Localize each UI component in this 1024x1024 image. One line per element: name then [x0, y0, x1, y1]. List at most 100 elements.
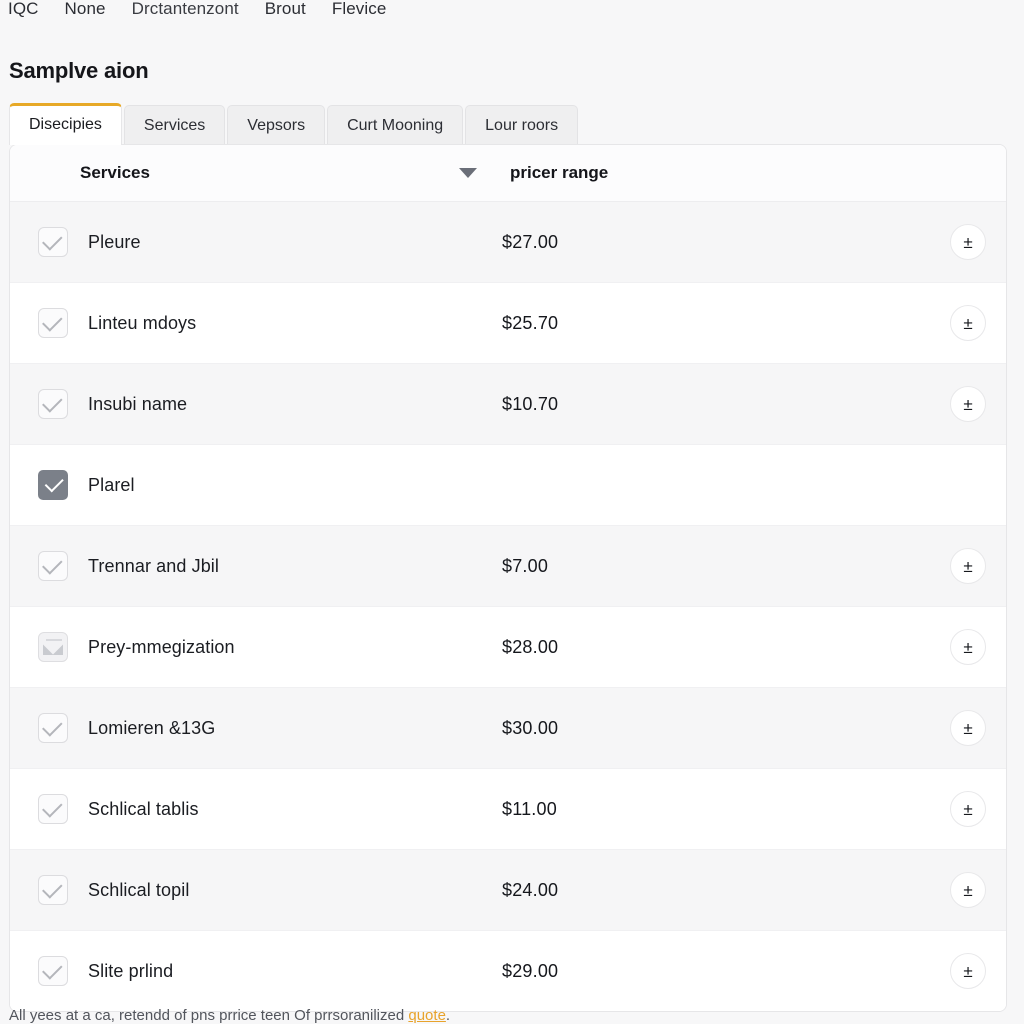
row-name-cell: Schlical topil	[10, 875, 502, 905]
row-checkbox[interactable]	[38, 551, 68, 581]
row-action-cell: ±	[922, 872, 1006, 908]
footer-quote-link[interactable]: quote	[408, 1007, 446, 1024]
row-price-cell: $29.00	[502, 960, 559, 981]
plus-minus-icon-button[interactable]: ±	[950, 548, 986, 584]
plus-minus-icon-button[interactable]: ±	[950, 872, 986, 908]
check-icon	[42, 310, 63, 332]
column-header-price-label: pricer range	[510, 163, 609, 182]
plus-minus-icon-button[interactable]: ±	[950, 224, 986, 260]
services-table-card: Services pricer range Pleure $27.00 ± Linte…	[9, 144, 1007, 1012]
table-row[interactable]: Plarel ±	[10, 445, 1006, 526]
row-checkbox[interactable]	[38, 794, 68, 824]
row-name-cell: Linteu mdoys	[10, 308, 502, 338]
check-icon	[42, 553, 63, 575]
topnav-item-2[interactable]: Drctantenzont	[132, 0, 239, 24]
tab-bar: Disecipies Services Vepsors Curt Mooning…	[9, 103, 579, 145]
row-checkbox[interactable]	[38, 227, 68, 257]
row-name-cell: Prey-mmegization	[10, 632, 502, 662]
row-name-cell: Plarel	[10, 470, 502, 500]
row-checkbox[interactable]	[38, 308, 68, 338]
row-price-cell: $27.00	[502, 231, 559, 252]
row-checkbox[interactable]	[38, 875, 68, 905]
footer-text-after: .	[445, 1007, 451, 1024]
table-row[interactable]: Schlical tablis $11.00 ±	[10, 769, 1006, 850]
table-row[interactable]: Schlical topil $24.00 ±	[10, 850, 1006, 931]
row-name-cell: Insubi name	[10, 389, 502, 419]
check-icon	[42, 391, 63, 413]
row-action-cell: ±	[922, 386, 1006, 422]
plus-minus-icon-button[interactable]: ±	[950, 710, 986, 746]
check-icon	[42, 229, 63, 251]
row-name-label: Insubi name	[88, 393, 188, 414]
row-name-label: Plarel	[88, 474, 135, 495]
row-name-cell: Slite prlind	[10, 956, 502, 986]
row-checkbox-envelope[interactable]	[38, 632, 68, 662]
plus-minus-icon-button[interactable]: ±	[950, 953, 986, 989]
tab-vepsors[interactable]: Vepsors	[227, 105, 326, 144]
row-name-label: Schlical topil	[88, 879, 190, 900]
row-action-cell: ±	[922, 548, 1006, 584]
table-row[interactable]: Linteu mdoys $25.70 ±	[10, 283, 1006, 364]
row-name-label: Slite prlind	[88, 960, 174, 981]
plus-minus-icon-button[interactable]: ±	[950, 629, 986, 665]
table-row[interactable]: Lomieren &13G $30.00 ±	[10, 688, 1006, 769]
topnav-item-4[interactable]: Flevice	[332, 0, 387, 24]
check-icon	[44, 473, 64, 493]
row-name-label: Trennar and Jbil	[88, 555, 220, 576]
row-action-cell: ±	[922, 467, 1006, 503]
footer-note: All yees at a ca, retendd of pns prrice …	[9, 1007, 450, 1024]
plus-minus-icon-button[interactable]: ±	[950, 791, 986, 827]
table-row[interactable]: Insubi name $10.70 ±	[10, 364, 1006, 445]
row-checkbox-selected[interactable]	[38, 470, 68, 500]
table-row[interactable]: Pleure $27.00 ±	[10, 202, 1006, 283]
plus-minus-icon-button[interactable]: ±	[950, 386, 986, 422]
topnav-item-1[interactable]: None	[65, 0, 106, 24]
table-row[interactable]: Slite prlind $29.00 ±	[10, 931, 1006, 1011]
row-action-cell: ±	[922, 629, 1006, 665]
row-checkbox[interactable]	[38, 956, 68, 986]
row-price-cell: $10.70	[502, 393, 559, 414]
topnav-item-3[interactable]: Brout	[265, 0, 306, 24]
check-icon	[42, 877, 63, 899]
row-checkbox[interactable]	[38, 389, 68, 419]
row-name-label: Linteu mdoys	[88, 312, 197, 333]
check-icon	[42, 958, 63, 980]
chevron-down-icon	[459, 168, 477, 178]
column-header-services[interactable]: Services	[10, 163, 434, 183]
page-title: Samplve aion	[9, 58, 149, 83]
row-name-label: Prey-mmegization	[88, 636, 235, 657]
row-name-label: Lomieren &13G	[88, 717, 216, 738]
table-row[interactable]: Trennar and Jbil $7.00 ±	[10, 526, 1006, 607]
tab-disecipies[interactable]: Disecipies	[9, 103, 122, 145]
row-price-cell: $25.70	[502, 312, 559, 333]
check-icon	[42, 796, 63, 818]
table-body: Pleure $27.00 ± Linteu mdoys $25.70 ± Insubi n…	[10, 202, 1006, 1011]
row-action-cell: ±	[922, 710, 1006, 746]
tab-curt-mooning[interactable]: Curt Mooning	[327, 105, 464, 144]
row-name-cell: Lomieren &13G	[10, 713, 502, 743]
tab-lour-roors[interactable]: Lour roors	[465, 105, 579, 144]
row-price-cell: $7.00	[502, 555, 549, 576]
check-icon	[42, 715, 63, 737]
top-navigation: IQC None Drctantenzont Brout Flevice	[8, 0, 1024, 24]
column-header-price[interactable]: pricer range	[502, 163, 1006, 183]
row-checkbox[interactable]	[38, 713, 68, 743]
plus-minus-icon-button[interactable]: ±	[950, 305, 986, 341]
envelope-line	[46, 639, 62, 641]
row-name-cell: Schlical tablis	[10, 794, 502, 824]
row-action-cell: ±	[922, 305, 1006, 341]
envelope-icon	[43, 642, 63, 655]
sort-toggle[interactable]	[434, 168, 502, 178]
row-price-cell: $24.00	[502, 879, 559, 900]
row-name-cell: Pleure	[10, 227, 502, 257]
row-price-cell: $30.00	[502, 717, 559, 738]
topnav-item-0[interactable]: IQC	[8, 0, 39, 24]
row-action-cell: ±	[922, 791, 1006, 827]
row-action-cell: ±	[922, 224, 1006, 260]
column-header-services-label: Services	[80, 163, 150, 182]
footer-text-before: All yees at a ca, retendd of pns prrice …	[9, 1007, 409, 1024]
tab-services[interactable]: Services	[123, 105, 226, 144]
row-name-cell: Trennar and Jbil	[10, 551, 502, 581]
row-action-cell: ±	[922, 953, 1006, 989]
table-row[interactable]: Prey-mmegization $28.00 ±	[10, 607, 1006, 688]
